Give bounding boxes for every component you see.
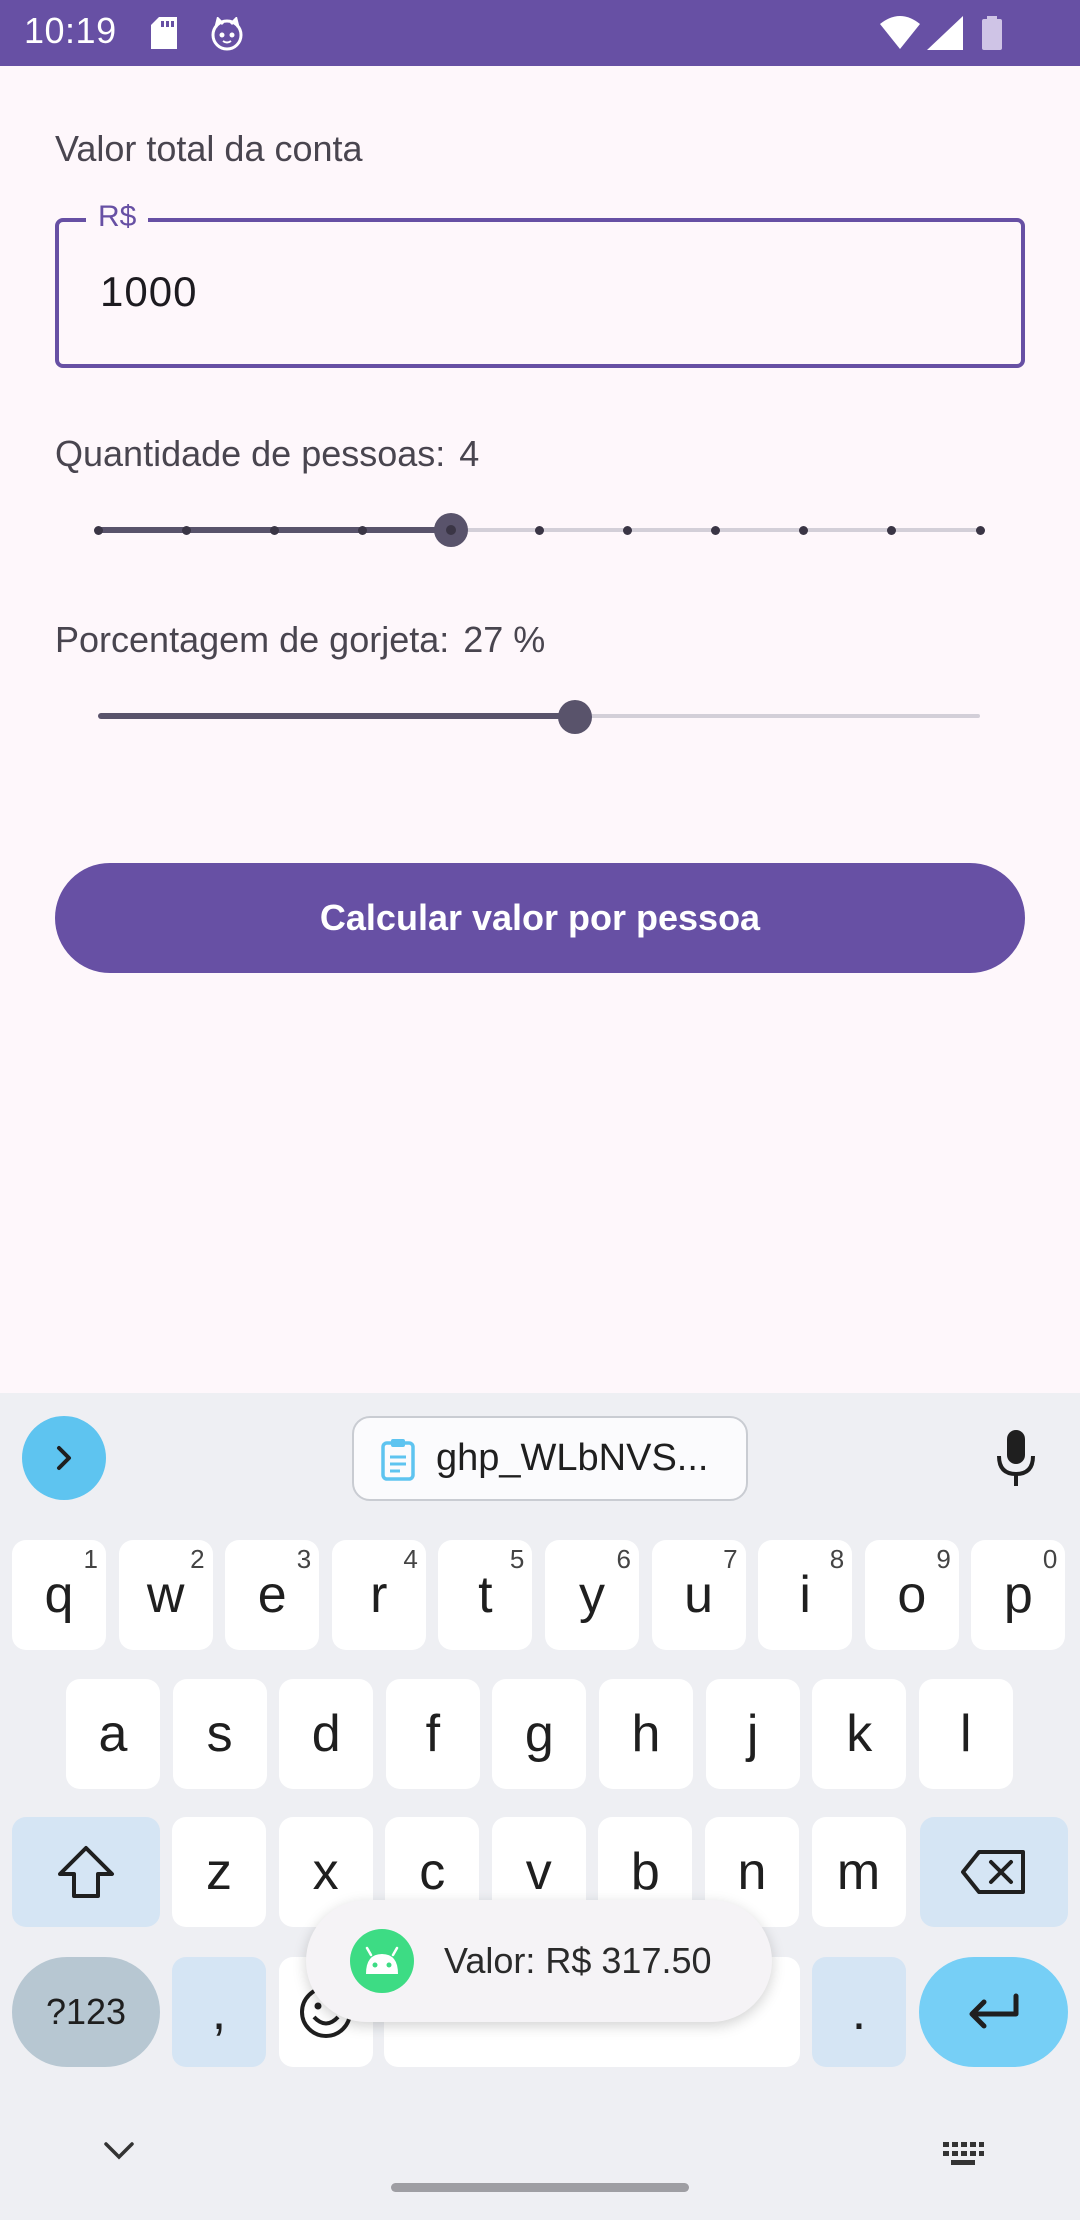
people-label: Quantidade de pessoas:: [55, 433, 446, 474]
slider-step-dot: [887, 525, 897, 535]
key-e[interactable]: e3: [225, 1540, 320, 1650]
status-bar: 10:19: [0, 0, 1080, 66]
key-label: t: [478, 1566, 493, 1624]
key-m[interactable]: m: [811, 1817, 906, 1927]
people-row: Quantidade de pessoas: 4: [55, 433, 479, 475]
tip-slider-thumb[interactable]: [558, 700, 592, 734]
slider-step-dot: [534, 525, 544, 535]
people-value: 4: [459, 433, 480, 474]
toast: Valor: R$ 317.50: [306, 1900, 772, 2022]
bill-currency-label: R$: [86, 200, 149, 234]
slider-step-dot: [358, 525, 368, 535]
key-f[interactable]: f: [385, 1679, 480, 1789]
slider-step-dot: [269, 525, 279, 535]
enter-key[interactable]: [919, 1957, 1068, 2067]
sd-card-icon: [151, 17, 177, 49]
key-hint: 0: [1042, 1544, 1058, 1574]
hide-keyboard-icon[interactable]: [102, 2138, 136, 2162]
toast-message: Valor: R$ 317.50: [444, 1940, 712, 1981]
key-hint: 3: [296, 1544, 312, 1574]
key-hint: 2: [190, 1544, 205, 1574]
comma-key[interactable]: ,: [172, 1957, 266, 2067]
key-hint: 4: [403, 1544, 418, 1574]
shift-icon: [58, 1846, 114, 1898]
bill-label: Valor total da conta: [55, 128, 363, 169]
tip-row: Porcentagem de gorjeta: 27 %: [55, 619, 545, 661]
slider-step-dot: [710, 525, 720, 535]
tip-value: 27 %: [463, 619, 546, 660]
keyboard: [0, 1393, 1080, 2220]
slider-step-dot: [622, 525, 632, 535]
chevron-right-icon: [57, 1446, 71, 1470]
slider-track-active: [98, 713, 574, 719]
android-icon: [350, 1929, 414, 1993]
clipboard-suggestion[interactable]: ghp_WLbNVS...: [352, 1416, 748, 1501]
key-t[interactable]: t5: [438, 1540, 533, 1650]
symbols-key[interactable]: ?123: [12, 1957, 160, 2067]
slider-step-dot: [975, 525, 985, 535]
key-label: i: [799, 1566, 811, 1624]
key-o[interactable]: o9: [864, 1540, 959, 1650]
keyboard-switch-icon[interactable]: [941, 2140, 985, 2168]
tip-label: Porcentagem de gorjeta:: [55, 619, 450, 660]
key-label: w: [146, 1566, 185, 1624]
status-time: 10:19: [24, 10, 117, 51]
key-j[interactable]: j: [705, 1679, 800, 1789]
key-label: y: [579, 1566, 605, 1624]
wifi-icon: [880, 16, 920, 49]
key-hint: 5: [509, 1544, 525, 1574]
keyboard-expand-button[interactable]: [22, 1416, 106, 1500]
key-k[interactable]: k: [812, 1679, 907, 1789]
calculate-button[interactable]: Calcular valor por pessoa: [55, 863, 1025, 973]
key-label: e: [257, 1566, 287, 1624]
android-cat-icon: [211, 17, 243, 51]
key-a[interactable]: a: [66, 1679, 160, 1789]
key-hint: 9: [936, 1544, 951, 1574]
key-hint: 7: [723, 1544, 738, 1574]
key-h[interactable]: h: [599, 1679, 693, 1789]
people-slider-thumb[interactable]: [433, 513, 468, 547]
clipboard-text: ghp_WLbNVS...: [436, 1437, 709, 1479]
key-label: o: [897, 1566, 927, 1624]
key-p[interactable]: p0: [971, 1540, 1066, 1650]
bill-amount-input[interactable]: 1000: [100, 268, 197, 316]
slider-step-dot: [93, 525, 103, 535]
key-label: p: [1003, 1566, 1033, 1624]
period-key[interactable]: .: [812, 1957, 906, 2067]
key-i[interactable]: i8: [758, 1540, 853, 1650]
key-label: q: [44, 1566, 74, 1624]
bill-amount-field[interactable]: [55, 218, 1025, 368]
slider-track-inactive: [574, 714, 980, 718]
key-hint: 1: [83, 1544, 98, 1574]
clipboard-icon: [381, 1438, 415, 1481]
backspace-icon: [961, 1850, 1025, 1894]
key-q[interactable]: q1: [12, 1540, 106, 1650]
backspace-key[interactable]: [920, 1817, 1068, 1927]
signal-icon: [927, 16, 963, 50]
key-l[interactable]: l: [918, 1679, 1013, 1789]
battery-icon: [982, 16, 1002, 50]
key-g[interactable]: g: [492, 1679, 587, 1789]
key-s[interactable]: s: [172, 1679, 267, 1789]
key-label: r: [370, 1566, 388, 1624]
slider-step-dot: [799, 525, 809, 535]
key-z[interactable]: z: [172, 1817, 266, 1927]
key-hint: 8: [829, 1544, 845, 1574]
key-r[interactable]: r4: [331, 1540, 426, 1650]
key-u[interactable]: u7: [651, 1540, 746, 1650]
microphone-icon[interactable]: [994, 1430, 1038, 1486]
enter-icon: [969, 1993, 1018, 2029]
gesture-navigation-bar[interactable]: [391, 2183, 689, 2192]
key-d[interactable]: d: [279, 1679, 374, 1789]
key-y[interactable]: y6: [545, 1540, 639, 1650]
shift-key[interactable]: [12, 1817, 160, 1927]
slider-step-dot: [181, 525, 191, 535]
key-w[interactable]: w2: [118, 1540, 213, 1650]
key-label: u: [684, 1566, 714, 1624]
key-hint: 6: [616, 1544, 631, 1574]
